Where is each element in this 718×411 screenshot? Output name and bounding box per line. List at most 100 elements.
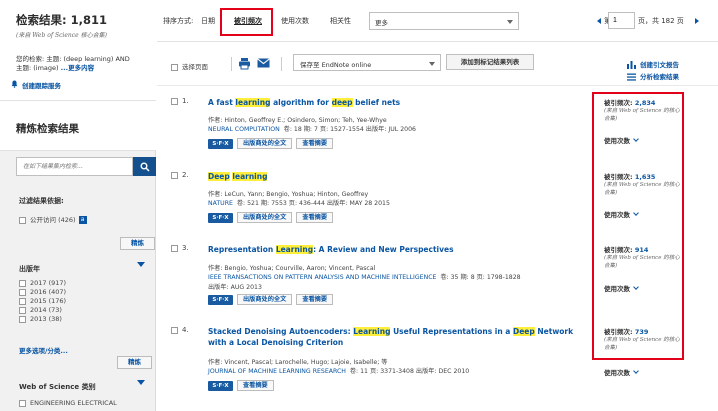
- title-highlight: learning: [235, 98, 271, 107]
- list-item[interactable]: 2017 (917): [19, 279, 66, 288]
- analyze-results-link[interactable]: 分析检索结果: [627, 71, 679, 83]
- view-abstract-button[interactable]: 查看摘要: [296, 294, 334, 305]
- query-summary: 您的检索: 主题: (deep learning) AND 主题: (image…: [16, 55, 156, 73]
- page-total: 页，共 182 页: [638, 17, 684, 25]
- bar-chart-icon: [627, 61, 636, 69]
- journal-link[interactable]: JOURNAL OF MACHINE LEARNING RESEARCH: [208, 368, 346, 375]
- divider: [231, 57, 232, 71]
- record-checkbox[interactable]: [171, 326, 178, 334]
- year-checkbox[interactable]: [19, 315, 26, 323]
- year-checkbox[interactable]: [19, 297, 26, 305]
- list-item[interactable]: 2016 (407): [19, 288, 66, 297]
- create-alert-link[interactable]: 创建跟踪服务: [22, 80, 61, 90]
- sfx-button[interactable]: S·F·X: [208, 380, 233, 391]
- record-buttons: S·F·X 出版商处的全文 查看摘要: [208, 212, 334, 223]
- full-text-button[interactable]: 出版商处的全文: [237, 294, 293, 305]
- annotation-box-citations: [592, 92, 684, 360]
- title-highlight: Deep: [512, 327, 535, 336]
- record-checkbox[interactable]: [171, 97, 178, 105]
- view-abstract-button[interactable]: 查看摘要: [296, 138, 334, 149]
- view-abstract-button[interactable]: 查看摘要: [296, 212, 334, 223]
- more-options-link[interactable]: 更多选项/分类...: [19, 345, 68, 355]
- year-checkbox[interactable]: [19, 288, 26, 296]
- title-text: A fast: [208, 98, 236, 107]
- record-index: 3.: [182, 244, 189, 252]
- chevron-down-icon[interactable]: [137, 380, 145, 385]
- prev-page-icon[interactable]: [597, 18, 601, 24]
- sort-date[interactable]: 日期: [201, 16, 215, 26]
- search-button[interactable]: [133, 157, 156, 176]
- full-text-button[interactable]: 出版商处的全文: [237, 212, 293, 223]
- more-sort-select[interactable]: 更多: [369, 12, 519, 30]
- divider: [281, 57, 282, 71]
- record-authors: 作者: LeCun, Yann; Bengio, Yoshua; Hinton,…: [208, 191, 369, 198]
- record-checkbox[interactable]: [171, 171, 178, 179]
- query-line-1: 您的检索: 主题: (deep learning) AND: [16, 55, 130, 63]
- save-endnote-select[interactable]: 保存至 EndNote online: [293, 54, 441, 71]
- record-title[interactable]: A fast learning algorithm for deep belie…: [208, 97, 583, 108]
- record-title[interactable]: Stacked Denoising Autoencoders: Learning…: [208, 326, 583, 348]
- list-item[interactable]: 2014 (73): [19, 306, 66, 315]
- refine-results-title: 精炼检索结果: [0, 101, 156, 151]
- query-line-2: 主题: (image): [16, 64, 59, 72]
- results-count-title: 检索结果: 1,811: [16, 13, 107, 27]
- sfx-button[interactable]: S·F·X: [208, 138, 233, 149]
- chevron-down-icon[interactable]: [137, 262, 145, 267]
- record-meta: 卷: 521 期: 7553 页: 436-444 出版年: MAY 28 20…: [236, 200, 390, 207]
- journal-link[interactable]: NEURAL COMPUTATION: [208, 126, 280, 133]
- next-page-icon[interactable]: [695, 18, 699, 24]
- title-highlight: Learning: [275, 245, 314, 254]
- refine-button-2[interactable]: 精炼: [117, 356, 152, 369]
- record-source: IEEE TRANSACTIONS ON PATTERN ANALYSIS AN…: [208, 272, 521, 281]
- record-title[interactable]: Representation Learning: A Review and Ne…: [208, 244, 583, 255]
- record-title[interactable]: Deep learning: [208, 171, 583, 182]
- select-page[interactable]: 选择页面: [171, 61, 208, 71]
- title-highlight: deep: [331, 98, 353, 107]
- open-access-icon: a: [78, 216, 87, 224]
- sort-label: 排序方式:: [163, 17, 194, 25]
- record-number: 1.: [171, 97, 189, 105]
- refine-search-input[interactable]: [16, 157, 133, 176]
- record-number: 2.: [171, 171, 189, 179]
- journal-link[interactable]: NATURE: [208, 200, 233, 207]
- list-item[interactable]: 2015 (176): [19, 297, 66, 306]
- query-more-link[interactable]: ...更多内容: [61, 64, 94, 72]
- usage-count-4[interactable]: 使用次数: [604, 367, 639, 377]
- record-4: 4. Stacked Denoising Autoencoders: Learn…: [157, 326, 597, 396]
- record-number: 3.: [171, 244, 189, 252]
- open-access-checkbox[interactable]: [19, 216, 26, 224]
- category-item[interactable]: ENGINEERING ELECTRICAL: [19, 399, 117, 407]
- open-access-filter[interactable]: 公开访问 (426) a: [19, 214, 87, 224]
- sort-usage[interactable]: 使用次数: [281, 16, 309, 26]
- sfx-button[interactable]: S·F·X: [208, 212, 233, 223]
- full-text-button[interactable]: 出版商处的全文: [237, 138, 293, 149]
- record-source: NEURAL COMPUTATION 卷: 18 期: 7 页: 1527-15…: [208, 124, 416, 133]
- save-endnote-value: 保存至 EndNote online: [300, 61, 372, 69]
- print-icon[interactable]: [238, 57, 251, 70]
- record-index: 2.: [182, 171, 189, 179]
- refine-button[interactable]: 精炼: [120, 237, 155, 250]
- page-number-input[interactable]: [608, 12, 635, 29]
- year-checkbox[interactable]: [19, 279, 26, 287]
- sfx-button[interactable]: S·F·X: [208, 294, 233, 305]
- title-highlight: Deep: [208, 172, 230, 181]
- select-page-checkbox[interactable]: [171, 63, 178, 71]
- year-checkbox[interactable]: [19, 306, 26, 314]
- record-checkbox[interactable]: [171, 244, 178, 252]
- category-checkbox[interactable]: [19, 399, 26, 407]
- view-abstract-button[interactable]: 查看摘要: [237, 380, 274, 391]
- list-item[interactable]: 2013 (38): [19, 315, 66, 324]
- record-number: 4.: [171, 326, 189, 334]
- citation-report-link[interactable]: 创建引文报告: [627, 59, 679, 71]
- journal-link[interactable]: IEEE TRANSACTIONS ON PATTERN ANALYSIS AN…: [208, 274, 436, 281]
- usage-label: 使用次数: [604, 369, 630, 377]
- add-to-marked-list-button[interactable]: 添加到标记结果列表: [446, 54, 534, 70]
- year-label: 2016 (407): [30, 288, 67, 296]
- record-buttons: S·F·X 出版商处的全文 查看摘要: [208, 294, 334, 305]
- record-2: 2. Deep learning 作者: LeCun, Yann; Bengio…: [157, 171, 597, 231]
- record-source: NATURE 卷: 521 期: 7553 页: 436-444 出版年: MA…: [208, 198, 390, 207]
- email-icon[interactable]: [257, 58, 270, 68]
- sort-relevance[interactable]: 相关性: [330, 16, 351, 26]
- record-index: 4.: [182, 326, 189, 334]
- open-access-label: 公开访问 (426): [30, 216, 76, 224]
